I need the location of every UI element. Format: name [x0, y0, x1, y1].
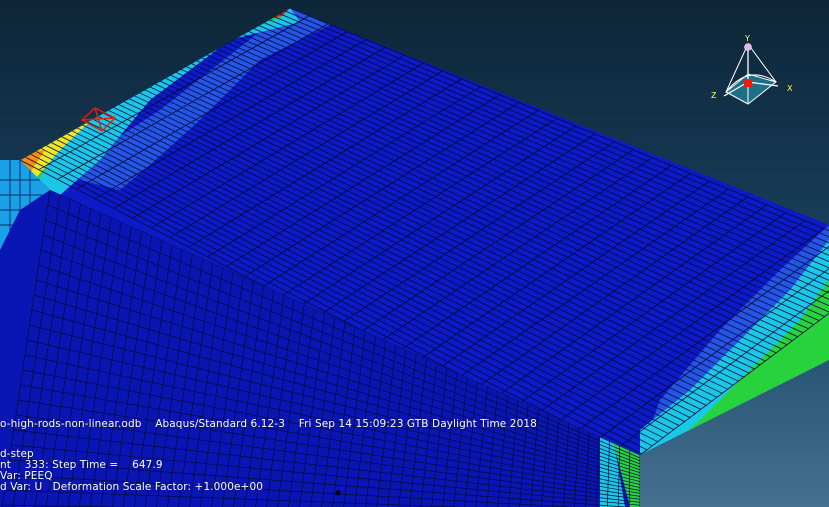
deformed-variable-line: d Var: U Deformation Scale Factor: +1.00… — [0, 481, 264, 493]
triad-icon: Y Z X — [711, 34, 793, 105]
model-viewport[interactable] — [0, 0, 829, 507]
odb-info-line: o-high-rods-non-linear.odb Abaqus/Standa… — [0, 418, 537, 430]
triad-z-label: Z — [711, 91, 717, 100]
triad-origin-marker — [744, 79, 752, 87]
triad-y-axis-marker — [744, 43, 752, 51]
view-triad[interactable]: Y Z X — [708, 34, 804, 110]
probe-point — [335, 490, 341, 496]
triad-x-label: X — [787, 84, 793, 93]
mesh-contour-plot[interactable] — [0, 0, 829, 507]
triad-y-label: Y — [744, 34, 750, 43]
